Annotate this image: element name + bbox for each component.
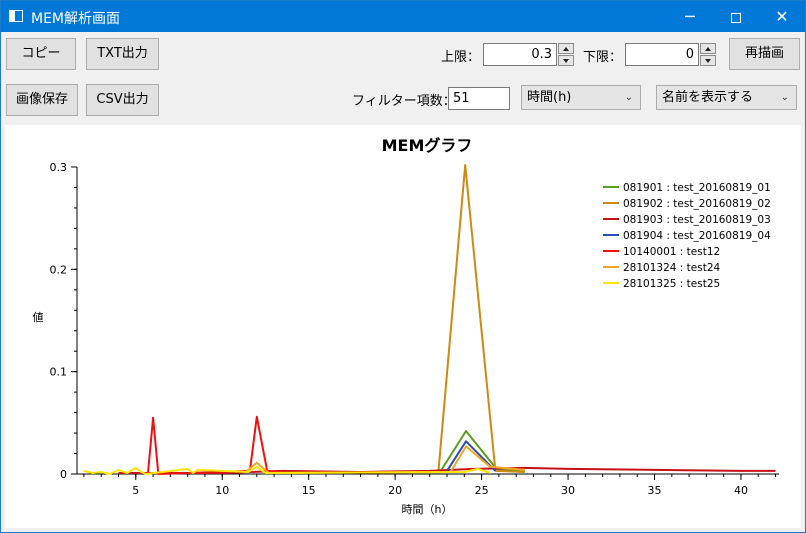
name-display-select[interactable]: 名前を表示する ⌄ — [656, 85, 797, 110]
chevron-down-icon: ⌄ — [624, 92, 633, 103]
chart-panel: MEMグラフ 値 時間（h） 0 0.1 0.2 0.3 5 10 15 20 25 30 35 40… — [5, 125, 801, 528]
x-tick-label: 40 — [734, 484, 748, 497]
series-line-5 — [146, 415, 283, 475]
x-tick-label: 10 — [215, 484, 229, 497]
legend-entry: 28101324 : test24 — [623, 262, 721, 274]
x-tick-label: 5 — [132, 484, 139, 497]
x-tick-label: 30 — [561, 484, 575, 497]
lower-limit-label: 下限： — [583, 50, 623, 65]
txt-export-button[interactable]: TXT出力 — [86, 38, 159, 70]
y-tick-label: 0.1 — [50, 366, 68, 379]
copy-button[interactable]: コピー — [6, 38, 76, 70]
minimize-button[interactable]: ─ — [667, 1, 713, 32]
legend-entry: 081903 : test_20160819_03 — [623, 214, 771, 226]
lower-limit-spinner[interactable] — [700, 43, 716, 66]
lower-spin-up-icon[interactable] — [700, 43, 716, 54]
mem-analysis-window: MEM解析画面 ─ ✕ コピー TXT出力 画像保存 CSV出力 上限： 0.3… — [0, 0, 806, 533]
close-button[interactable]: ✕ — [759, 1, 805, 32]
redraw-button[interactable]: 再描画 — [729, 38, 800, 70]
lower-limit-input[interactable]: 0 — [625, 43, 699, 66]
title-bar[interactable]: MEM解析画面 ─ ✕ — [1, 1, 805, 32]
series-line-2 — [437, 164, 525, 473]
name-display-select-value: 名前を表示する — [662, 90, 754, 105]
x-axis-select[interactable]: 時間(h) ⌄ — [521, 85, 641, 110]
legend-entry: 28101325 : test25 — [623, 278, 720, 290]
maximize-icon — [731, 12, 741, 23]
x-axis-select-value: 時間(h) — [527, 90, 572, 105]
upper-limit-label: 上限： — [441, 50, 481, 65]
chevron-down-icon: ⌄ — [780, 92, 789, 103]
upper-limit-spinner[interactable] — [558, 43, 574, 66]
legend-entry: 081902 : test_20160819_02 — [623, 198, 771, 210]
toolbar: コピー TXT出力 画像保存 CSV出力 上限： 0.3 下限： 0 再描画 フ… — [1, 32, 805, 125]
y-tick-label: 0.3 — [50, 161, 68, 174]
x-axis-label: 時間（h） — [402, 503, 453, 516]
legend-entry: 081901 : test_20160819_01 — [623, 182, 771, 194]
y-tick-label: 0 — [60, 468, 67, 481]
csv-export-button[interactable]: CSV出力 — [86, 84, 159, 116]
save-image-button[interactable]: 画像保存 — [6, 84, 78, 116]
x-tick-label: 20 — [388, 484, 402, 497]
window-title: MEM解析画面 — [31, 11, 121, 27]
upper-limit-input[interactable]: 0.3 — [483, 43, 557, 66]
upper-spin-up-icon[interactable] — [558, 43, 574, 54]
legend-entry: 10140001 : test12 — [623, 246, 720, 258]
upper-spin-down-icon[interactable] — [558, 55, 574, 66]
x-tick-label: 15 — [302, 484, 316, 497]
lower-spin-down-icon[interactable] — [700, 55, 716, 66]
legend-entry: 081904 : test_20160819_04 — [623, 230, 771, 242]
chart-title: MEMグラフ — [382, 136, 473, 155]
x-tick-label: 35 — [648, 484, 662, 497]
filter-count-input[interactable]: 51 — [448, 87, 510, 110]
maximize-button[interactable] — [713, 1, 759, 32]
x-tick-label: 25 — [475, 484, 489, 497]
filter-count-label: フィルター項数： — [352, 94, 456, 109]
app-window-icon — [9, 10, 23, 22]
y-tick-label: 0.2 — [50, 263, 68, 276]
mem-chart: MEMグラフ 値 時間（h） 0 0.1 0.2 0.3 5 10 15 20 25 30 35 40… — [33, 136, 779, 516]
series-line-1 — [439, 430, 525, 473]
y-axis-label: 値 — [33, 311, 44, 324]
